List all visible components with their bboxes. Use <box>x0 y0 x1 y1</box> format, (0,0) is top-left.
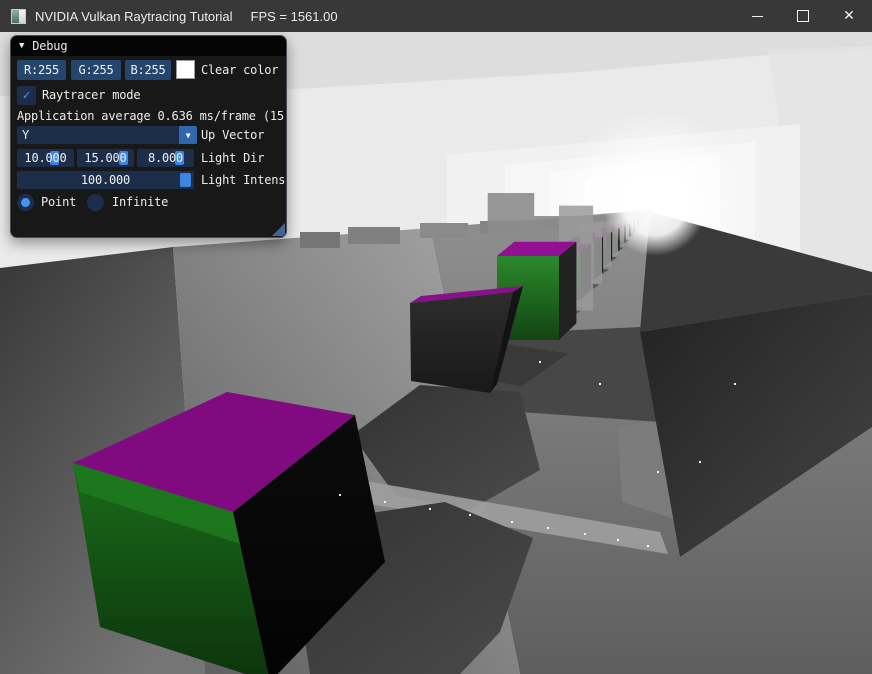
green-value-button[interactable]: G:255 <box>71 60 121 80</box>
check-icon: ✓ <box>23 88 31 103</box>
debug-panel-title: Debug <box>32 39 67 53</box>
minimize-icon <box>752 16 763 17</box>
clear-color-row: R:255 G:255 B:255 Clear color <box>11 60 286 80</box>
close-icon: ✕ <box>843 9 855 23</box>
clear-color-label: Clear color <box>201 60 278 80</box>
close-button[interactable]: ✕ <box>826 0 872 32</box>
color-swatch[interactable] <box>176 60 195 79</box>
raytracer-label: Raytracer mode <box>42 86 140 105</box>
light-dir-y-value: 15.000 <box>77 149 134 167</box>
titlebar[interactable]: NVIDIA Vulkan Raytracing Tutorial FPS = … <box>0 0 872 32</box>
infinite-light-label: Infinite <box>112 194 168 211</box>
up-vector-label: Up Vector <box>201 126 264 144</box>
light-dir-x-value: 10.000 <box>17 149 74 167</box>
light-glow-core <box>603 152 707 256</box>
resize-grip[interactable] <box>272 223 285 236</box>
light-type-row: Point Infinite <box>11 194 286 212</box>
light-intensity-value: 100.000 <box>17 171 194 189</box>
combo-arrow-button[interactable]: ▼ <box>179 126 197 144</box>
maximize-button[interactable] <box>780 0 826 32</box>
debug-panel: ▼ Debug R:255 G:255 B:255 Clear color ✓ … <box>10 35 287 238</box>
debug-panel-titlebar[interactable]: ▼ Debug <box>11 36 286 56</box>
point-light-label: Point <box>41 194 76 211</box>
fps-counter: FPS = 1561.00 <box>251 9 338 24</box>
light-intensity-row: 100.000 Light Intens <box>11 171 286 189</box>
light-dir-label: Light Dir <box>201 149 264 167</box>
minimize-button[interactable] <box>734 0 780 32</box>
light-intensity-slider[interactable]: 100.000 <box>17 171 194 189</box>
light-dir-x-slider[interactable]: 10.000 <box>17 149 74 167</box>
app-icon <box>11 9 26 24</box>
raytracer-checkbox[interactable]: ✓ <box>17 86 36 105</box>
infinite-light-radio[interactable] <box>87 194 104 211</box>
app-window: NVIDIA Vulkan Raytracing Tutorial FPS = … <box>0 0 872 674</box>
light-dir-z-slider[interactable]: 8.000 <box>137 149 194 167</box>
app-icon-right <box>19 10 26 23</box>
window-title: NVIDIA Vulkan Raytracing Tutorial <box>35 9 233 24</box>
light-dir-row: 10.000 15.000 8.000 Light Dir <box>11 149 286 167</box>
window-controls: ✕ <box>734 0 872 32</box>
light-intensity-label: Light Intens <box>201 171 285 189</box>
maximize-icon <box>797 10 809 22</box>
stats-row: Application average 0.636 ms/frame (15 <box>11 108 286 124</box>
up-vector-row: Y ▼ Up Vector <box>11 126 286 144</box>
stats-text: Application average 0.636 ms/frame (15 <box>17 108 284 124</box>
red-value-button[interactable]: R:255 <box>17 60 66 80</box>
up-vector-value: Y <box>17 126 29 144</box>
raytracer-row: ✓ Raytracer mode <box>11 86 286 105</box>
chevron-down-icon: ▼ <box>186 131 191 140</box>
render-viewport[interactable]: ▼ Debug R:255 G:255 B:255 Clear color ✓ … <box>0 32 872 674</box>
blue-value-button[interactable]: B:255 <box>125 60 171 80</box>
collapse-arrow-icon[interactable]: ▼ <box>19 41 24 51</box>
point-light-radio[interactable] <box>17 194 34 211</box>
light-dir-y-slider[interactable]: 15.000 <box>77 149 134 167</box>
radio-dot <box>21 198 30 207</box>
up-vector-combo[interactable]: Y ▼ <box>17 126 197 144</box>
light-dir-z-value: 8.000 <box>137 149 194 167</box>
